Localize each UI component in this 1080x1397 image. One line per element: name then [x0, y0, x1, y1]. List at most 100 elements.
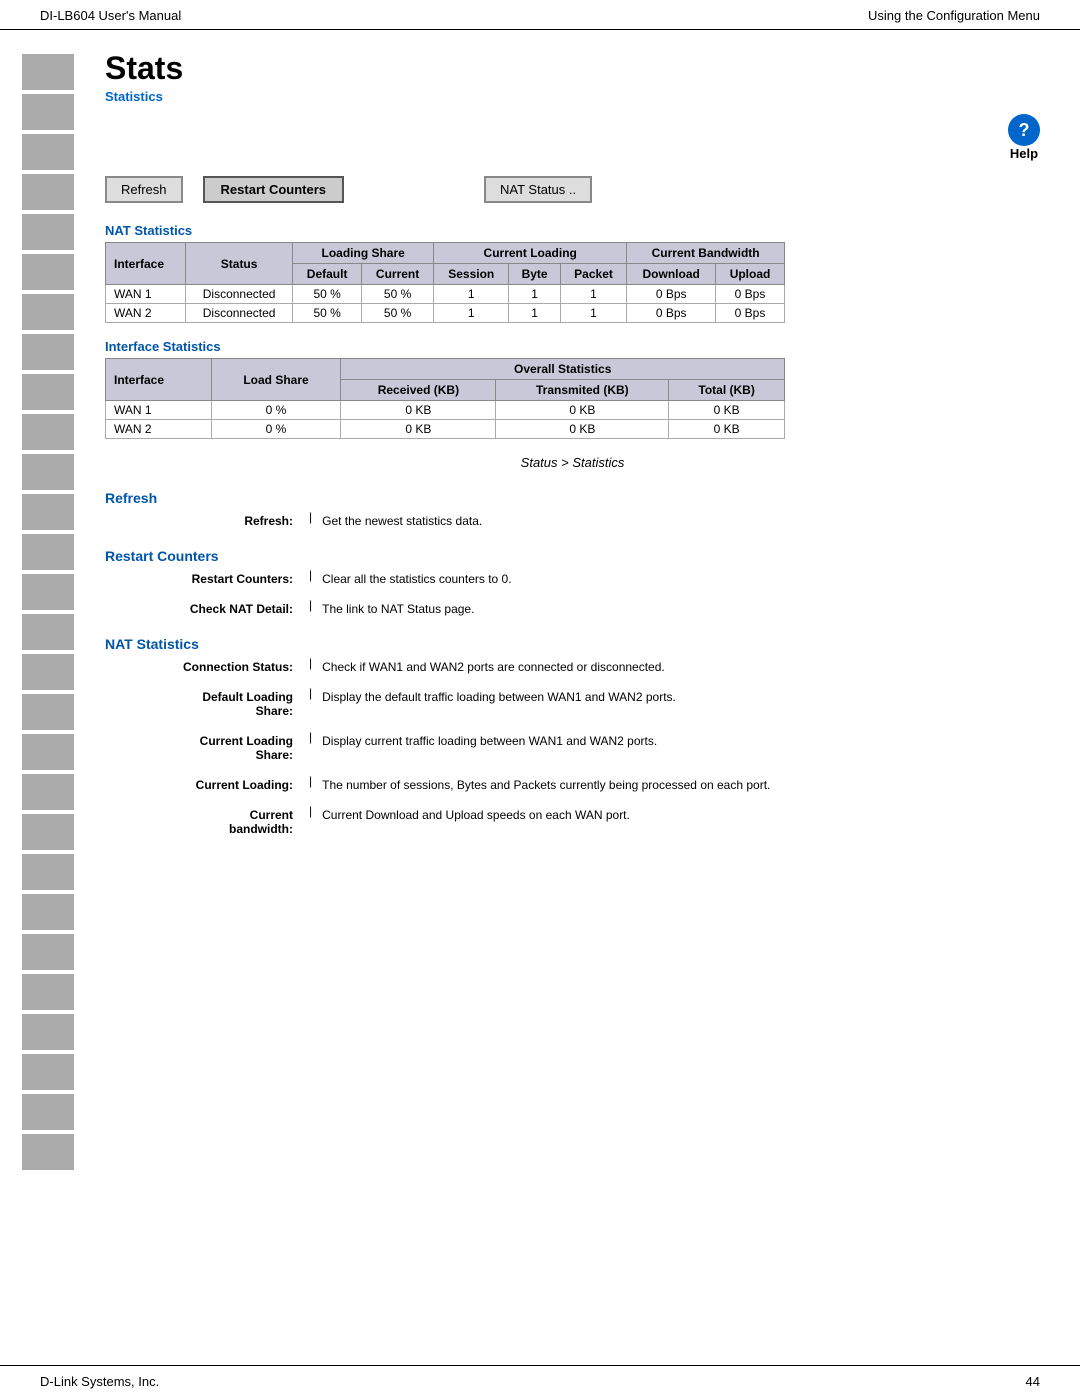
page-subtitle: Statistics: [105, 89, 1040, 104]
default-loading-separator: |: [305, 686, 316, 722]
sidebar-block-18: [22, 734, 74, 770]
iface-sub-transmitted: Transmited (KB): [496, 380, 669, 401]
help-button[interactable]: ? Help: [1008, 114, 1040, 161]
sidebar-block-2: [22, 94, 74, 130]
nat-check-value: The link to NAT Status page.: [316, 598, 1040, 620]
current-bw-separator: |: [305, 804, 316, 840]
sidebar-block-8: [22, 334, 74, 370]
sub-col-byte: Byte: [509, 264, 560, 285]
nat-check-separator: |: [305, 598, 316, 620]
sidebar-block-6: [22, 254, 74, 290]
nat-statistics-heading: NAT Statistics: [105, 223, 1040, 238]
refresh-value: Get the newest statistics data.: [316, 510, 1040, 532]
nat-status-1: Disconnected: [186, 285, 293, 304]
table-caption: Status > Statistics: [105, 455, 1040, 470]
nat-check-label: Check NAT Detail:: [105, 598, 305, 620]
connection-row: Connection Status: | Check if WAN1 and W…: [105, 656, 1040, 678]
nat-status-button[interactable]: NAT Status ..: [484, 176, 592, 203]
current-loading-separator: |: [305, 774, 316, 796]
restart-label: Restart Counters:: [105, 568, 305, 590]
restart-counters-button[interactable]: Restart Counters: [203, 176, 344, 203]
nat-default-1: 50 %: [293, 285, 362, 304]
sidebar-block-4: [22, 174, 74, 210]
sub-col-download: Download: [627, 264, 716, 285]
nat-status-2: Disconnected: [186, 304, 293, 323]
iface-col-interface: Interface: [106, 359, 212, 401]
sidebar-block-5: [22, 214, 74, 250]
iface-total-1: 0 KB: [669, 401, 785, 420]
iface-total-2: 0 KB: [669, 420, 785, 439]
nat-upload-1: 0 Bps: [716, 285, 785, 304]
nat-session-2: 1: [434, 304, 509, 323]
help-label: Help: [1010, 146, 1038, 161]
divider-row-2: [105, 678, 1040, 686]
sidebar-block-15: [22, 614, 74, 650]
restart-separator: |: [305, 568, 316, 590]
iface-table-row-2: WAN 2 0 % 0 KB 0 KB 0 KB: [106, 420, 785, 439]
sub-col-default: Default: [293, 264, 362, 285]
iface-transmitted-1: 0 KB: [496, 401, 669, 420]
col-current-bandwidth: Current Bandwidth: [627, 243, 785, 264]
col-current-loading: Current Loading: [434, 243, 627, 264]
refresh-separator: |: [305, 510, 316, 532]
current-bw-label: Currentbandwidth:: [105, 804, 305, 840]
divider-row-1: [105, 590, 1040, 598]
nat-byte-2: 1: [509, 304, 560, 323]
default-loading-row: Default LoadingShare: | Display the defa…: [105, 686, 1040, 722]
interface-statistics-heading: Interface Statistics: [105, 339, 1040, 354]
nat-table-row-1: WAN 1 Disconnected 50 % 50 % 1 1 1 0 Bps…: [106, 285, 785, 304]
nat-interface-2: WAN 2: [106, 304, 186, 323]
current-bw-value: Current Download and Upload speeds on ea…: [316, 804, 1040, 840]
descriptions-section: Refresh Refresh: | Get the newest statis…: [105, 490, 1040, 840]
help-icon: ?: [1008, 114, 1040, 146]
sidebar-block-28: [22, 1134, 74, 1170]
nat-byte-1: 1: [509, 285, 560, 304]
restart-heading: Restart Counters: [105, 548, 1040, 564]
iface-sub-received: Received (KB): [341, 380, 496, 401]
sidebar-block-14: [22, 574, 74, 610]
restart-row: Restart Counters: | Clear all the statis…: [105, 568, 1040, 590]
current-loading-row: Current Loading: | The number of session…: [105, 774, 1040, 796]
default-loading-label: Default LoadingShare:: [105, 686, 305, 722]
iface-received-1: 0 KB: [341, 401, 496, 420]
sidebar-block-24: [22, 974, 74, 1010]
header-left: DI-LB604 User's Manual: [40, 8, 181, 23]
connection-separator: |: [305, 656, 316, 678]
main-content-area: Stats Statistics ? Help Refresh Restart …: [95, 30, 1080, 1174]
iface-transmitted-2: 0 KB: [496, 420, 669, 439]
nat-interface-1: WAN 1: [106, 285, 186, 304]
default-loading-value: Display the default traffic loading betw…: [316, 686, 1040, 722]
sub-col-packet: Packet: [560, 264, 627, 285]
divider-row-4: [105, 766, 1040, 774]
iface-load-share-1: 0 %: [211, 401, 341, 420]
current-loading-share-label: Current LoadingShare:: [105, 730, 305, 766]
nat-statistics-table: Interface Status Loading Share Current L…: [105, 242, 785, 323]
nat-download-2: 0 Bps: [627, 304, 716, 323]
sidebar-block-3: [22, 134, 74, 170]
nat-table-row-2: WAN 2 Disconnected 50 % 50 % 1 1 1 0 Bps…: [106, 304, 785, 323]
refresh-button[interactable]: Refresh: [105, 176, 183, 203]
page-footer: D-Link Systems, Inc. 44: [0, 1365, 1080, 1397]
nat-current-1: 50 %: [362, 285, 434, 304]
sidebar-block-21: [22, 854, 74, 890]
nat-packet-2: 1: [560, 304, 627, 323]
page-title: Stats: [105, 50, 1040, 87]
sidebar-block-26: [22, 1054, 74, 1090]
toolbar: Refresh Restart Counters NAT Status ..: [105, 176, 1040, 203]
sub-col-current: Current: [362, 264, 434, 285]
iface-sub-total: Total (KB): [669, 380, 785, 401]
current-loading-share-separator: |: [305, 730, 316, 766]
current-loading-label: Current Loading:: [105, 774, 305, 796]
sidebar-block-7: [22, 294, 74, 330]
nat-session-1: 1: [434, 285, 509, 304]
sidebar-block-20: [22, 814, 74, 850]
header-right: Using the Configuration Menu: [868, 8, 1040, 23]
sidebar-block-19: [22, 774, 74, 810]
sidebar-block-1: [22, 54, 74, 90]
help-area: ? Help: [105, 114, 1040, 161]
sidebar: [0, 30, 95, 1174]
sidebar-block-22: [22, 894, 74, 930]
iface-table-row-1: WAN 1 0 % 0 KB 0 KB 0 KB: [106, 401, 785, 420]
nat-default-2: 50 %: [293, 304, 362, 323]
sidebar-block-10: [22, 414, 74, 450]
